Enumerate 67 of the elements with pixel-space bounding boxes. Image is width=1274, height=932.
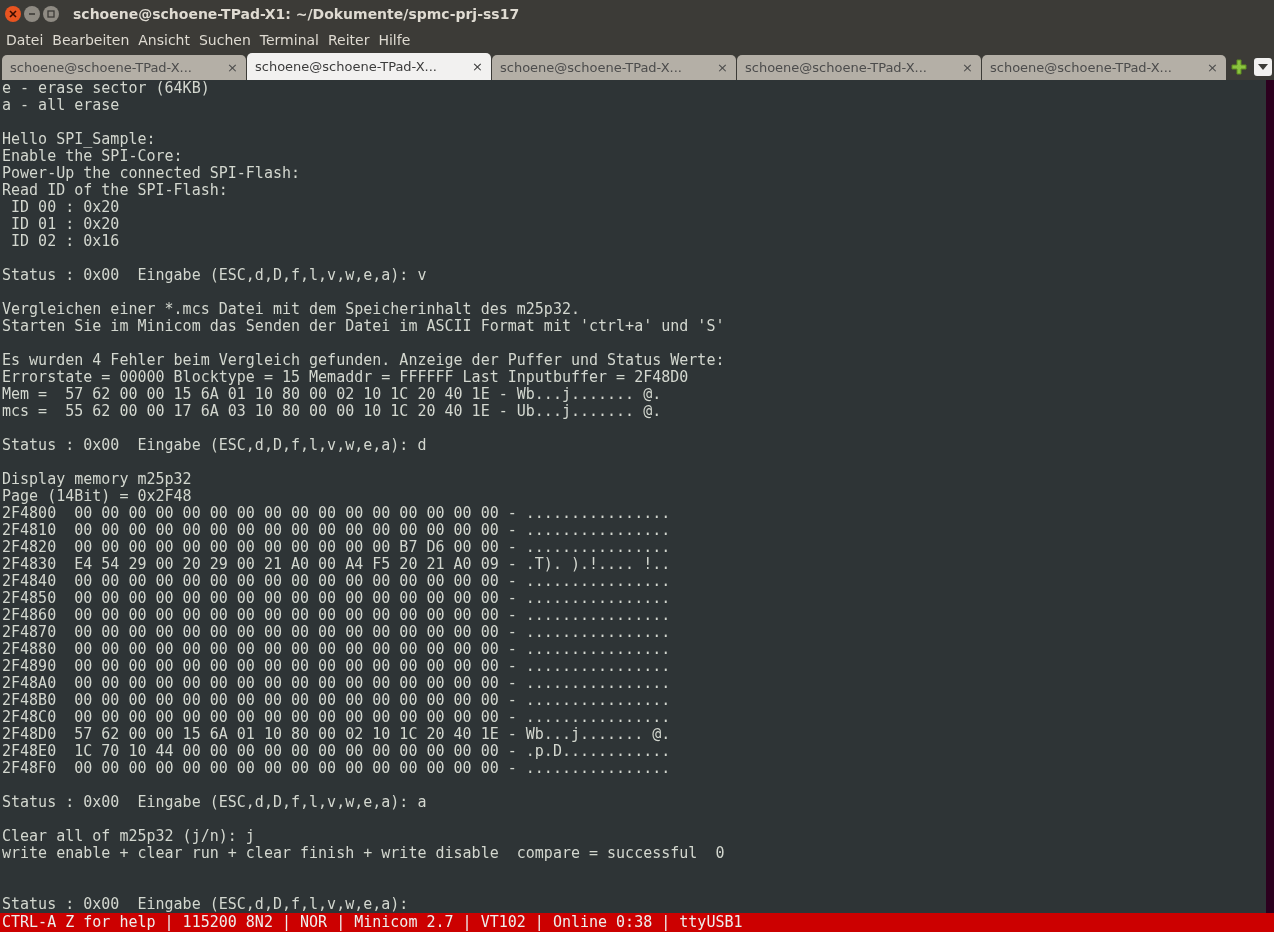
terminal-tab[interactable]: schoene@schoene-TPad-X... × [492,55,736,80]
terminal-line: Errorstate = 00000 Blocktype = 15 Memaddr = FFFFFF Last Inputbuffer = 2F48D0 [2,369,690,386]
maximize-icon [46,9,56,19]
menu-item[interactable]: Hilfe [378,32,411,48]
terminal-line: 2F4830 E4 54 29 00 20 29 00 21 A0 00 A4 F5 20 21 A0 09 - .T). ).!.... !.. [2,556,672,573]
terminal-line: 2F48A0 00 00 00 00 00 00 00 00 00 00 00 00 00 00 00 00 - ................ [2,675,672,692]
terminal-line: a - all erase [2,97,121,114]
terminal-line: Vergleichen einer *.mcs Datei mit dem Speicherinhalt des m25p32. [2,301,581,318]
terminal-line: Power-Up the connected SPI-Flash: [2,165,301,182]
close-icon [8,9,18,19]
terminal-line: Display memory m25p32 [2,471,193,488]
terminal-tab[interactable]: schoene@schoene-TPad-X... × [737,55,981,80]
terminal-line: Status : 0x00 Eingabe (ESC,d,D,f,l,v,w,e,a): a [2,794,428,811]
menu-item[interactable]: Ansicht [138,32,190,48]
terminal-line: 2F48D0 57 62 00 00 15 6A 01 10 80 00 02 10 1C 20 40 1E - Wb...j....... @. [2,726,672,743]
terminal-line: Page (14Bit) = 0x2F48 [2,488,193,505]
terminal-line: 2F48F0 00 00 00 00 00 00 00 00 00 00 00 00 00 00 00 00 - ................ [2,760,672,777]
caret-icon [1258,64,1268,70]
menu-item[interactable]: Datei [6,32,44,48]
terminal-line: write enable + clear run + clear finish + write disable compare = successful 0 [2,845,726,862]
scrollbar[interactable] [1266,80,1274,913]
menu-item[interactable]: Terminal [259,32,319,48]
terminal-line: e - erase sector (64KB) [2,80,211,97]
terminal-line: Status : 0x00 Eingabe (ESC,d,D,f,l,v,w,e,a): d [2,437,428,454]
terminal-line: 2F4860 00 00 00 00 00 00 00 00 00 00 00 00 00 00 00 00 - ................ [2,607,672,624]
terminal-line: 2F4820 00 00 00 00 00 00 00 00 00 00 00 00 B7 D6 00 00 - ................ [2,539,672,556]
terminal-line: Enable the SPI-Core: [2,148,184,165]
tab-list-button[interactable] [1254,58,1272,76]
terminal-line: Clear all of m25p32 (j/n): j [2,828,256,845]
terminal-line: Status : 0x00 Eingabe (ESC,d,D,f,l,v,w,e,a): v [2,267,428,284]
tab-close-button[interactable]: × [717,60,728,75]
tab-close-button[interactable]: × [1207,60,1218,75]
tab-close-button[interactable]: × [227,60,238,75]
tab-close-button[interactable]: × [472,59,483,74]
minimize-button[interactable] [24,6,40,22]
maximize-button[interactable] [43,6,59,22]
terminal-line: Hello SPI_Sample: [2,131,157,148]
window-title: schoene@schoene-TPad-X1: ~/Dokumente/spmc-prj-ss17 [73,6,520,22]
terminal-line: 2F4890 00 00 00 00 00 00 00 00 00 00 00 00 00 00 00 00 - ................ [2,658,672,675]
tab-close-button[interactable]: × [962,60,973,75]
terminal-line: mcs = 55 62 00 00 17 6A 03 10 80 00 00 10 1C 20 40 1E - Ub...j....... @. [2,403,663,420]
terminal-line: Es wurden 4 Fehler beim Vergleich gefunden. Anzeige der Puffer und Status Werte: [2,352,726,369]
terminal-tab[interactable]: schoene@schoene-TPad-X... × [2,55,246,80]
terminal-line: Mem = 57 62 00 00 15 6A 01 10 80 00 02 10 1C 20 40 1E - Wb...j....... @. [2,386,663,403]
terminal-tab[interactable]: schoene@schoene-TPad-X... × [247,53,491,80]
terminal-line: 2F4880 00 00 00 00 00 00 00 00 00 00 00 00 00 00 00 00 - ................ [2,641,672,658]
terminal-line: 2F48C0 00 00 00 00 00 00 00 00 00 00 00 00 00 00 00 00 - ................ [2,709,672,726]
terminal-line: 2F4840 00 00 00 00 00 00 00 00 00 00 00 00 00 00 00 00 - ................ [2,573,672,590]
terminal-line: 2F4870 00 00 00 00 00 00 00 00 00 00 00 00 00 00 00 00 - ................ [2,624,672,641]
terminal-line: ID 02 : 0x16 [10,233,121,250]
terminal-line: 2F48B0 00 00 00 00 00 00 00 00 00 00 00 00 00 00 00 00 - ................ [2,692,672,709]
terminal-line: Read ID of the SPI-Flash: [2,182,229,199]
terminal-line: Starten Sie im Minicom das Senden der Datei im ASCII Format mit 'ctrl+a' und 'S' [2,318,726,335]
menu-item[interactable]: Suchen [199,32,251,48]
terminal-line: 2F48E0 1C 70 10 44 00 00 00 00 00 00 00 00 00 00 00 00 - .p.D............ [2,743,672,760]
close-button[interactable] [5,6,21,22]
terminal-line: 2F4810 00 00 00 00 00 00 00 00 00 00 00 00 00 00 00 00 - ................ [2,522,672,539]
menu-item[interactable]: Bearbeiten [52,32,130,48]
plus-icon[interactable] [1231,59,1247,75]
terminal-line: ID 00 : 0x20 [10,199,121,216]
terminal-line: 2F4850 00 00 00 00 00 00 00 00 00 00 00 00 00 00 00 00 - ................ [2,590,672,607]
menu-item[interactable]: Reiter [328,32,370,48]
terminal-line: ID 01 : 0x20 [10,216,121,233]
minicom-status-bar: CTRL-A Z for help | 115200 8N2 | NOR | Minicom 2.7 | VT102 | Online 0:38 | ttyUSB1 [0,913,1274,932]
terminal-line: Status : 0x00 Eingabe (ESC,d,D,f,l,v,w,e,a): [2,896,410,913]
terminal-line: 2F4800 00 00 00 00 00 00 00 00 00 00 00 00 00 00 00 00 - ................ [2,505,672,522]
terminal-tab[interactable]: schoene@schoene-TPad-X... × [982,55,1226,80]
